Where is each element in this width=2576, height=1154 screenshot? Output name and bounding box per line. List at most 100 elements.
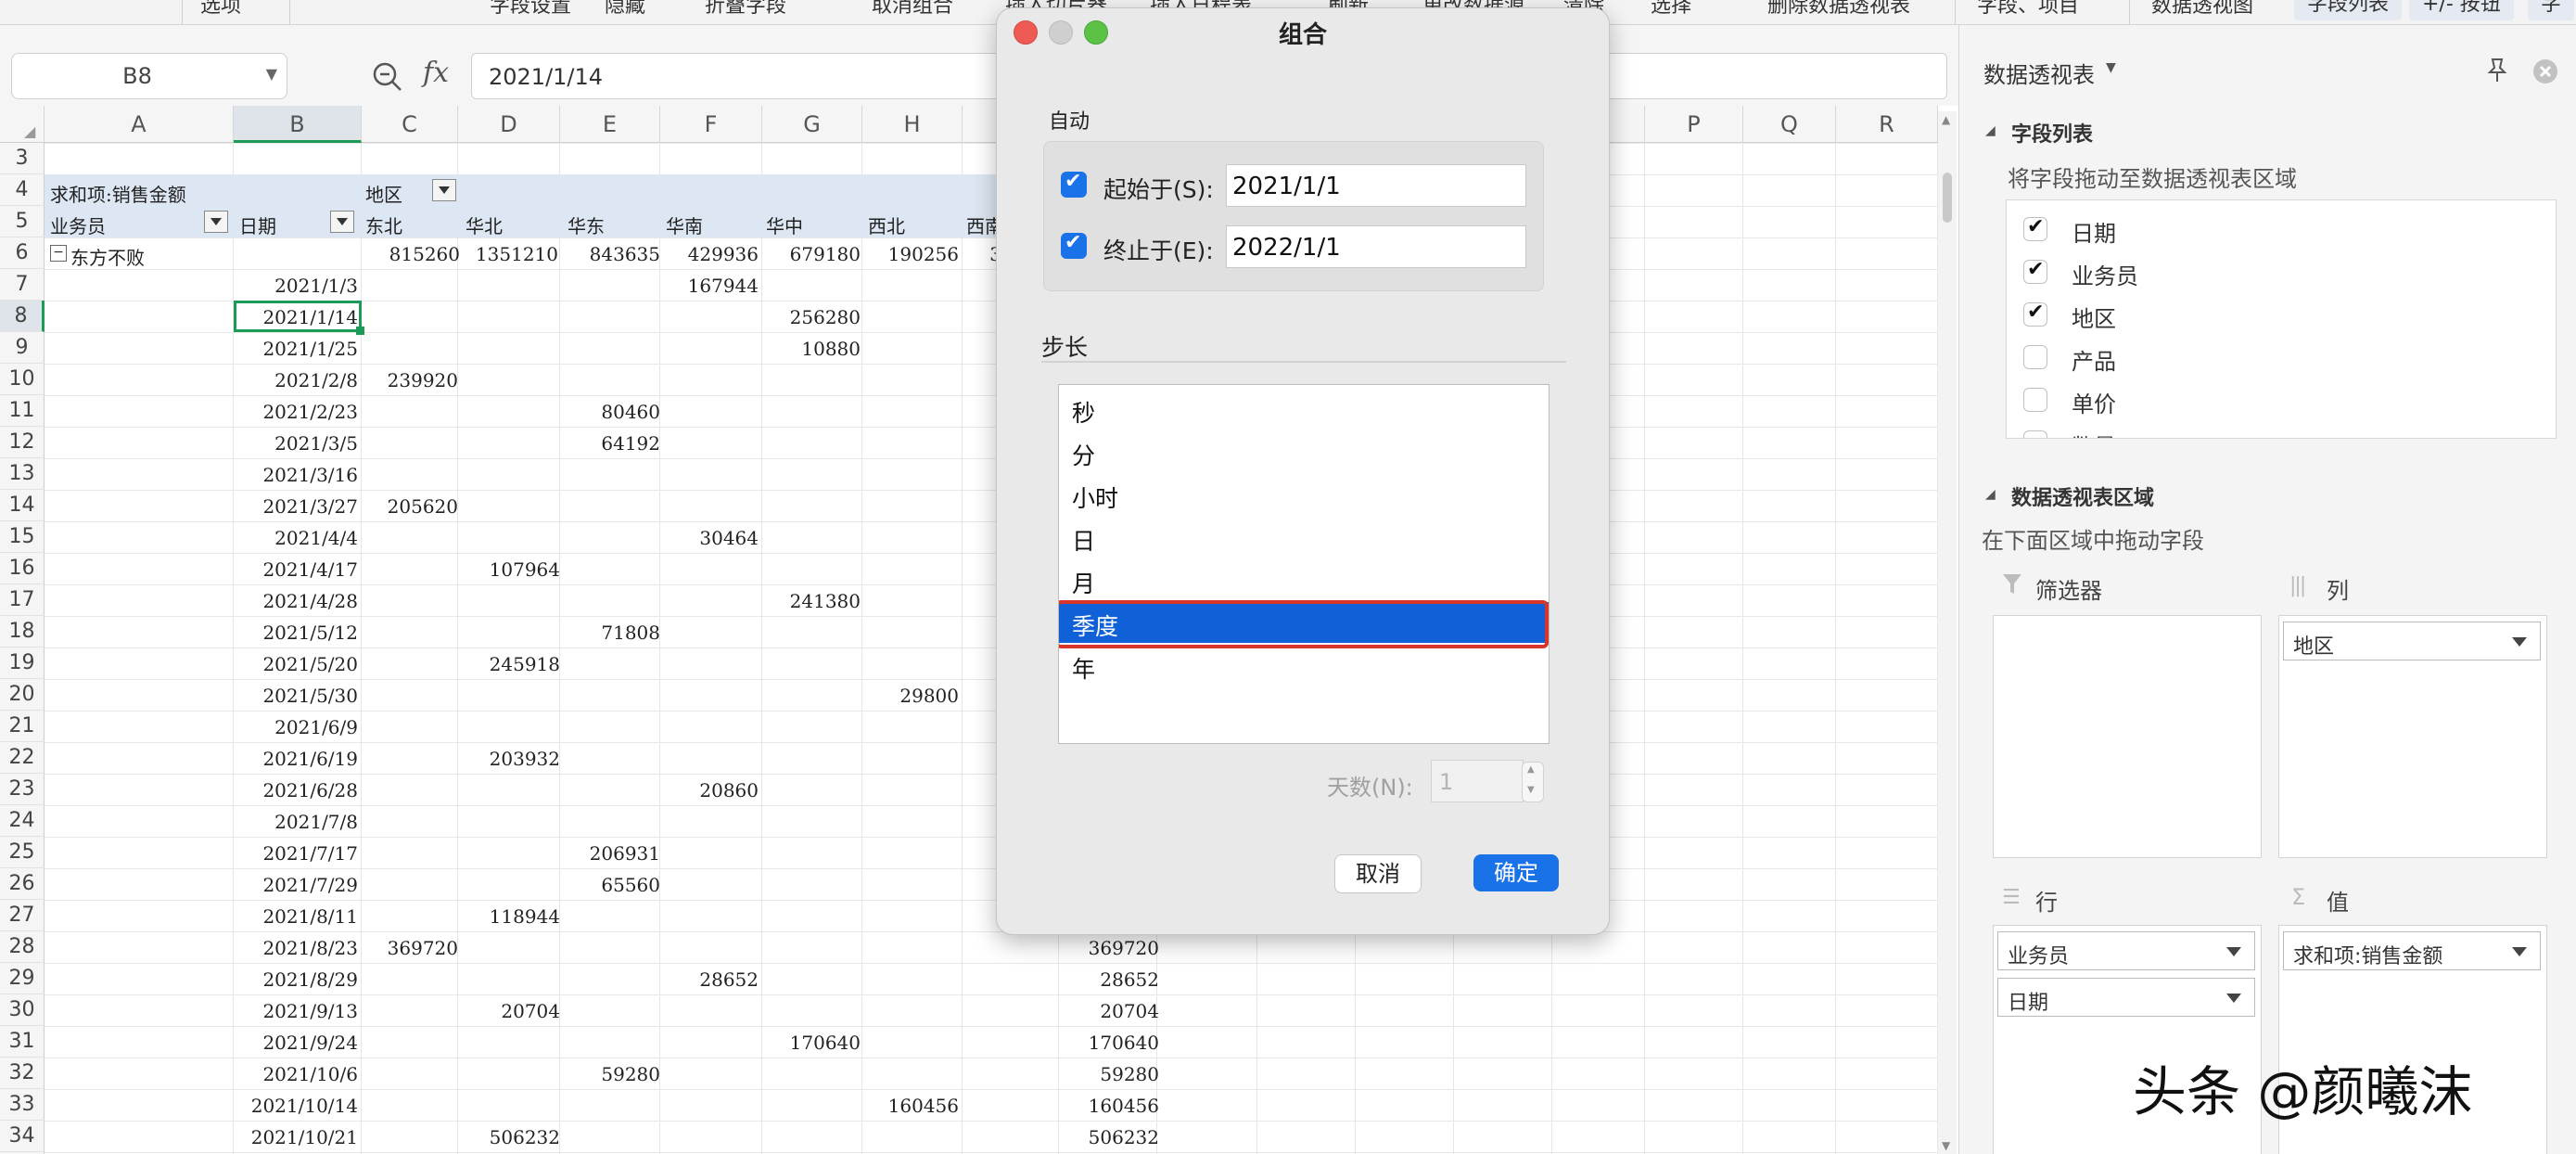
value-cell[interactable]: 205620 bbox=[338, 495, 458, 518]
row-header[interactable]: 27 bbox=[0, 900, 45, 931]
row-field-pill[interactable]: 业务员 bbox=[1997, 931, 2255, 970]
date-cell[interactable]: 2021/10/14 bbox=[210, 1095, 358, 1117]
column-header[interactable]: P bbox=[1645, 106, 1743, 143]
row-header[interactable]: 4 bbox=[0, 174, 45, 206]
date-cell[interactable]: 2021/5/30 bbox=[210, 685, 358, 707]
date-cell[interactable]: 2021/8/23 bbox=[210, 937, 358, 959]
value-cell[interactable]: 30464 bbox=[638, 527, 759, 549]
toolbar-field-settings[interactable]: 字段设置 bbox=[490, 0, 571, 19]
column-header[interactable]: Q bbox=[1743, 106, 1836, 143]
vertical-scrollbar[interactable]: ▲ ▼ bbox=[1938, 111, 1957, 1154]
stepper-down-icon[interactable]: ▼ bbox=[1527, 785, 1535, 795]
value-cell[interactable]: 245918 bbox=[440, 653, 560, 675]
value-cell[interactable]: 65560 bbox=[540, 874, 660, 896]
step-option[interactable]: 分 bbox=[1059, 431, 1549, 472]
toolbar-collapse-field[interactable]: 折叠字段 bbox=[705, 0, 786, 19]
row-header[interactable]: 19 bbox=[0, 648, 45, 679]
expand-triangle-icon[interactable]: ◢ bbox=[1985, 123, 1996, 138]
toolbar-delete-pivot[interactable]: 删除数据透视表 bbox=[1767, 0, 1910, 19]
value-cell[interactable]: 107964 bbox=[440, 558, 560, 581]
region-column-header[interactable]: 西北 bbox=[868, 212, 905, 238]
column-header[interactable]: B bbox=[234, 106, 362, 143]
toolbar-more-tab[interactable]: 字 bbox=[2528, 0, 2575, 20]
value-cell[interactable]: 170640 bbox=[740, 1032, 861, 1054]
pin-icon[interactable] bbox=[2484, 57, 2510, 84]
days-input[interactable]: 1 bbox=[1431, 760, 1524, 802]
date-cell[interactable]: 2021/7/8 bbox=[210, 811, 358, 833]
date-cell[interactable]: 2021/9/24 bbox=[210, 1032, 358, 1054]
value-cell[interactable]: 71808 bbox=[540, 622, 660, 644]
value-cell[interactable]: 80460 bbox=[540, 401, 660, 423]
group-total[interactable]: 429936 bbox=[647, 243, 759, 265]
toolbar-field-list-tab[interactable]: 字段列表 bbox=[2294, 0, 2403, 20]
row-header[interactable]: 30 bbox=[0, 994, 45, 1026]
cancel-button[interactable]: 取消 bbox=[1334, 854, 1422, 893]
value-cell[interactable]: 203932 bbox=[440, 748, 560, 770]
checkbox-unchecked[interactable] bbox=[2023, 388, 2047, 412]
column-header[interactable]: R bbox=[1836, 106, 1938, 143]
date-cell[interactable]: 2021/2/8 bbox=[210, 369, 358, 391]
row-header[interactable]: 9 bbox=[0, 332, 45, 364]
toolbar-hide[interactable]: 隐藏 bbox=[605, 0, 645, 19]
step-option-selected[interactable]: 季度 bbox=[1059, 600, 1549, 648]
toolbar-ungroup[interactable]: 取消组合 bbox=[872, 0, 953, 19]
date-header[interactable]: 日期 bbox=[239, 212, 276, 238]
group-total[interactable]: 815260 bbox=[349, 243, 460, 265]
field-item-quantity[interactable]: 数量 bbox=[2007, 423, 2556, 438]
row-header[interactable]: 15 bbox=[0, 521, 45, 553]
chevron-down-icon[interactable]: ▼ bbox=[266, 65, 277, 83]
row-header[interactable]: 31 bbox=[0, 1026, 45, 1058]
date-cell[interactable]: 2021/6/9 bbox=[210, 716, 358, 738]
checkbox-unchecked[interactable] bbox=[2023, 345, 2047, 369]
step-option[interactable]: 秒 bbox=[1059, 389, 1549, 430]
active-cell-outline[interactable] bbox=[234, 301, 362, 332]
date-cell[interactable]: 2021/8/11 bbox=[210, 905, 358, 928]
step-option[interactable]: 日 bbox=[1059, 517, 1549, 558]
panel-title[interactable]: 数据透视表 bbox=[1983, 57, 2095, 89]
row-header[interactable]: 26 bbox=[0, 868, 45, 900]
end-checkbox[interactable] bbox=[1061, 231, 1087, 259]
row-header[interactable]: 28 bbox=[0, 931, 45, 963]
chevron-down-icon[interactable] bbox=[2226, 947, 2241, 956]
date-cell[interactable]: 2021/9/13 bbox=[210, 1000, 358, 1022]
value-cell[interactable]: 167944 bbox=[638, 275, 759, 297]
filter-drop-zone[interactable] bbox=[1993, 615, 2262, 858]
date-cell[interactable]: 2021/2/23 bbox=[210, 401, 358, 423]
step-listbox[interactable]: 秒 分 小时 日 月 季度 年 bbox=[1058, 384, 1549, 744]
row-header[interactable]: 32 bbox=[0, 1058, 45, 1089]
group-total[interactable]: 1351210 bbox=[447, 243, 558, 265]
row-header[interactable]: 10 bbox=[0, 364, 45, 395]
value-cell[interactable]: 10880 bbox=[740, 338, 861, 360]
row-header[interactable]: 25 bbox=[0, 837, 45, 868]
column-header[interactable]: H bbox=[862, 106, 963, 143]
row-header[interactable]: 6 bbox=[0, 237, 45, 269]
chevron-down-icon[interactable] bbox=[2512, 637, 2527, 647]
value-cell[interactable]: 29800 bbox=[838, 685, 959, 707]
fill-handle[interactable] bbox=[356, 327, 364, 335]
row-header[interactable]: 21 bbox=[0, 711, 45, 742]
date-cell[interactable]: 2021/5/12 bbox=[210, 622, 358, 644]
date-cell[interactable]: 2021/10/21 bbox=[210, 1126, 358, 1148]
date-cell[interactable]: 2021/10/6 bbox=[210, 1063, 358, 1085]
region-column-header[interactable]: 华中 bbox=[766, 212, 803, 238]
total-cell[interactable]: 369720 bbox=[1039, 937, 1159, 959]
date-cell[interactable]: 2021/3/5 bbox=[210, 432, 358, 455]
toolbar-pivot-chart[interactable]: 数据透视图 bbox=[2151, 0, 2253, 19]
row-header[interactable]: 17 bbox=[0, 584, 45, 616]
filter-dropdown-icon[interactable] bbox=[204, 211, 228, 233]
region-column-header[interactable]: 华东 bbox=[567, 212, 605, 238]
name-box[interactable]: B8 ▼ bbox=[11, 53, 287, 99]
date-cell[interactable]: 2021/4/4 bbox=[210, 527, 358, 549]
pivot-value-label[interactable]: 求和项:销售金额 bbox=[50, 180, 186, 207]
region-column-header[interactable]: 东北 bbox=[365, 212, 402, 238]
close-icon[interactable] bbox=[2532, 58, 2558, 84]
toolbar-options[interactable]: 选项 bbox=[200, 0, 241, 19]
value-cell[interactable]: 506232 bbox=[440, 1126, 560, 1148]
row-header[interactable]: 14 bbox=[0, 490, 45, 521]
column-header[interactable]: F bbox=[660, 106, 762, 143]
checkbox-unchecked[interactable] bbox=[2023, 430, 2047, 438]
total-cell[interactable]: 506232 bbox=[1039, 1126, 1159, 1148]
value-cell[interactable]: 20704 bbox=[440, 1000, 560, 1022]
value-cell[interactable]: 64192 bbox=[540, 432, 660, 455]
value-cell[interactable]: 160456 bbox=[838, 1095, 959, 1117]
